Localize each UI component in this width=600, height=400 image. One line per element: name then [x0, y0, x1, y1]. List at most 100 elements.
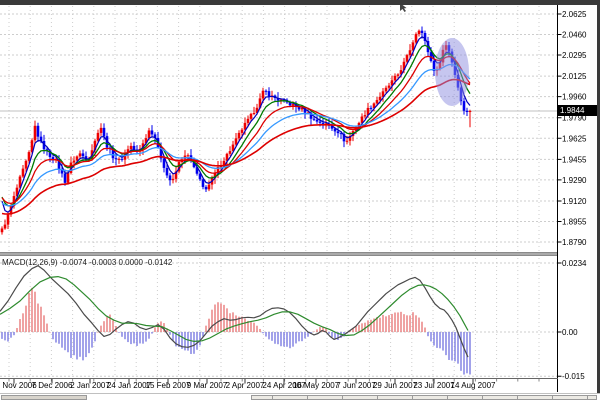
macd-histogram-bar [88, 332, 89, 353]
macd-histogram-bar [34, 292, 35, 332]
macd-histogram-bar [193, 332, 194, 354]
bottom-bar-tick [342, 396, 343, 400]
macd-histogram-bar [52, 332, 53, 339]
chart-canvas[interactable]: 2.06252.04602.02952.01251.99601.97901.96… [0, 0, 600, 400]
macd-histogram-bar [118, 332, 119, 333]
price-axis[interactable]: 2.06252.04602.02952.01251.99601.97901.96… [558, 10, 588, 381]
macd-histogram-bar [31, 288, 32, 332]
macd-histogram-bar [283, 332, 284, 347]
candle-body [25, 161, 28, 169]
candle-body [316, 120, 319, 122]
macd-histogram-bar [214, 304, 215, 332]
candle-body [250, 114, 253, 119]
macd-histogram-bar [94, 332, 95, 341]
macd-histogram-bar [289, 332, 290, 348]
macd-histogram-bar [142, 332, 143, 344]
macd-histogram-bar [211, 310, 212, 332]
macd-histogram-bar [463, 332, 464, 375]
trading-chart-window: 2.06252.04602.02952.01251.99601.97901.96… [0, 0, 600, 400]
macd-histogram-bar [139, 332, 140, 343]
candle-body [370, 108, 373, 109]
price-axis-label: 1.9960 [562, 93, 587, 102]
bottom-bar-segment-left[interactable] [1, 395, 87, 400]
candle-body [1, 228, 4, 232]
price-axis-label: 2.0295 [562, 51, 587, 60]
macd-histogram-bar [385, 316, 386, 332]
macd-axis-label: -0.015 [562, 372, 585, 381]
macd-histogram-bar [451, 332, 452, 361]
macd-chart-surface[interactable] [0, 266, 471, 375]
macd-histogram-bar [67, 332, 68, 352]
macd-histogram-bar [253, 323, 254, 332]
macd-histogram-bar [358, 325, 359, 332]
macd-histogram-bar [220, 303, 221, 332]
date-axis[interactable]: 15 Nov 20067 Dec 20062 Jan 200724 Jan 20… [0, 380, 557, 392]
date-label: 29 Jun 2007 [373, 381, 417, 390]
candle-body [313, 119, 316, 120]
bottom-bar-tick [447, 396, 448, 400]
candle-body [172, 179, 175, 180]
candle-body [151, 130, 154, 134]
candle-body [121, 159, 124, 160]
price-axis-label: 1.8955 [562, 217, 587, 226]
macd-histogram-bar [442, 332, 443, 351]
candle-body [100, 128, 103, 133]
candle-body [268, 91, 271, 96]
macd-histogram-bar [100, 326, 101, 332]
candle-body [202, 179, 205, 187]
macd-histogram-bar [277, 332, 278, 344]
price-axis-label: 1.8790 [562, 238, 587, 247]
macd-histogram-bar [412, 312, 413, 332]
macd-histogram-bar [280, 332, 281, 346]
candle-body [337, 131, 340, 133]
bottom-bar-tick [307, 396, 308, 400]
candle-body [406, 55, 409, 62]
macd-histogram-bar [421, 322, 422, 332]
candle-body [205, 187, 208, 189]
macd-histogram-bar [199, 332, 200, 345]
macd-histogram-bar [124, 332, 125, 339]
candle-body [28, 152, 31, 161]
macd-histogram-bar [103, 321, 104, 332]
macd-histogram-bar [4, 332, 5, 340]
macd-histogram-bar [418, 318, 419, 332]
candle-body [4, 225, 7, 229]
macd-histogram-bar [10, 332, 11, 338]
macd-histogram-bar [382, 315, 383, 332]
candle-body [409, 50, 412, 55]
bottom-bar-scrollbar[interactable] [251, 395, 597, 400]
candle-body [394, 76, 397, 80]
candle-body [388, 86, 391, 88]
macd-histogram-bar [433, 332, 434, 346]
macd-histogram-bar [25, 306, 26, 332]
macd-histogram-bar [13, 332, 14, 335]
candle-body [418, 31, 421, 34]
date-label: 24 Jan 2007 [107, 381, 151, 390]
bottom-bar-tick [272, 396, 273, 400]
candle-body [241, 130, 244, 133]
date-label: 7 Dec 2006 [32, 381, 73, 390]
macd-histogram-bar [148, 332, 149, 339]
macd-histogram-bar [112, 320, 113, 332]
macd-histogram-bar [271, 332, 272, 341]
candle-body [79, 153, 82, 156]
macd-histogram-bar [304, 332, 305, 338]
macd-histogram-bar [145, 332, 146, 342]
macd-histogram-bar [1, 332, 2, 339]
macd-histogram-bar [172, 332, 173, 341]
current-price-badge: 1.9844 [557, 105, 597, 116]
price-chart-surface[interactable] [1, 26, 472, 234]
candle-body [376, 100, 379, 103]
macd-histogram-bar [16, 328, 17, 332]
price-axis-label: 2.0125 [562, 72, 587, 81]
macd-histogram-bar [136, 332, 137, 346]
bottom-bar-tick [587, 396, 588, 400]
macd-histogram-bar [22, 313, 23, 332]
macd-histogram-bar [37, 304, 38, 332]
macd-histogram-bar [28, 293, 29, 332]
macd-histogram-bar [55, 332, 56, 343]
macd-histogram-bar [388, 315, 389, 332]
candle-body [421, 31, 424, 33]
candle-body [469, 111, 472, 112]
candle-body [415, 34, 418, 42]
